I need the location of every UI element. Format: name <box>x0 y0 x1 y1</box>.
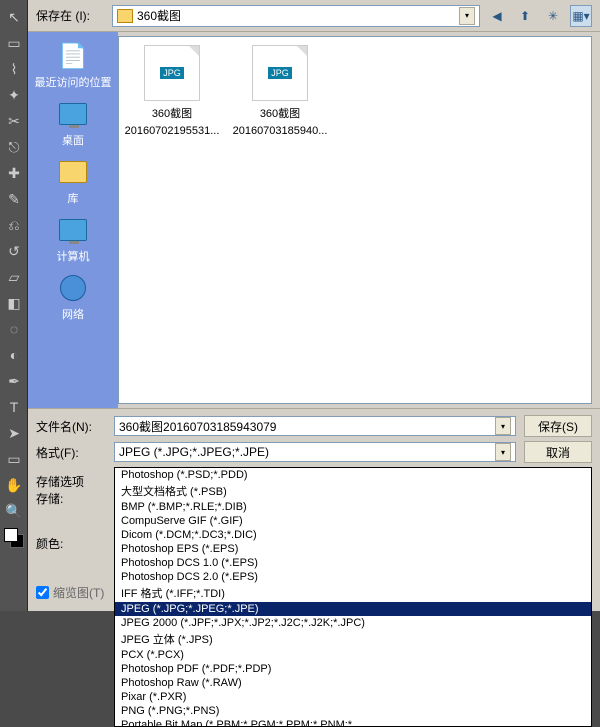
folder-icon <box>117 9 133 23</box>
chevron-down-icon[interactable]: ▾ <box>459 7 475 25</box>
tool-path[interactable]: ➤ <box>2 421 26 445</box>
tool-marquee[interactable]: ▭ <box>2 31 26 55</box>
tool-wand[interactable]: ✦ <box>2 83 26 107</box>
new-folder-icon[interactable]: ✳ <box>542 5 564 27</box>
save-in-combo[interactable]: 360截图 ▾ <box>112 5 480 27</box>
place-label: 库 <box>68 190 79 206</box>
format-option[interactable]: Photoshop PDF (*.PDF;*.PDP) <box>115 662 591 676</box>
folder-name: 360截图 <box>137 7 455 24</box>
save-in-label: 保存在 (I): <box>36 7 106 24</box>
photoshop-toolbar: ↖▭⌇✦✂⎋✚✎⎌↺▱◧◌◐✒T➤▭✋🔍 <box>0 0 28 611</box>
tool-eraser[interactable]: ▱ <box>2 265 26 289</box>
format-option[interactable]: Portable Bit Map (*.PBM;*.PGM;*.PPM;*.PN… <box>115 718 591 727</box>
place-monitor[interactable]: 桌面 <box>57 98 89 148</box>
format-option[interactable]: JPEG (*.JPG;*.JPEG;*.JPE) <box>115 602 591 616</box>
place-monitor[interactable]: 计算机 <box>57 214 90 264</box>
format-option[interactable]: Photoshop EPS (*.EPS) <box>115 542 591 556</box>
format-dropdown-list[interactable]: Photoshop (*.PSD;*.PDD)大型文档格式 (*.PSB)BMP… <box>114 467 592 727</box>
save-button[interactable]: 保存(S) <box>524 415 592 437</box>
place-folder[interactable]: 库 <box>57 156 89 206</box>
monitor-icon <box>57 214 89 246</box>
format-option[interactable]: Photoshop DCS 1.0 (*.EPS) <box>115 556 591 570</box>
format-option[interactable]: JPEG 立体 (*.JPS) <box>115 630 591 648</box>
file-list[interactable]: JPG360截图20160702195531...JPG360截图2016070… <box>118 36 592 404</box>
place-globe[interactable]: 网络 <box>57 272 89 322</box>
chevron-down-icon[interactable]: ▾ <box>495 443 511 461</box>
tool-history[interactable]: ↺ <box>2 239 26 263</box>
chevron-down-icon[interactable]: ▾ <box>495 417 511 435</box>
options-heading: 存储选项 <box>36 473 106 490</box>
store-label: 存储: <box>36 490 106 507</box>
dialog-top-bar: 保存在 (I): 360截图 ▾ ◀ ⬆ ✳ ▦▾ <box>28 0 600 32</box>
format-option[interactable]: PCX (*.PCX) <box>115 648 591 662</box>
tool-type[interactable]: T <box>2 395 26 419</box>
tool-zoom[interactable]: 🔍 <box>2 499 26 523</box>
tool-dodge[interactable]: ◐ <box>2 343 26 367</box>
tool-brush[interactable]: ✎ <box>2 187 26 211</box>
format-option[interactable]: CompuServe GIF (*.GIF) <box>115 514 591 528</box>
tool-blur[interactable]: ◌ <box>2 317 26 341</box>
recent-icon: 📄 <box>57 40 89 72</box>
file-item[interactable]: JPG360截图20160703185940... <box>235 45 325 137</box>
format-combo[interactable]: JPEG (*.JPG;*.JPEG;*.JPE) ▾ <box>114 442 516 462</box>
format-option[interactable]: BMP (*.BMP;*.RLE;*.DIB) <box>115 500 591 514</box>
place-label: 桌面 <box>62 132 84 148</box>
file-thumb: JPG <box>144 45 200 101</box>
tool-lasso[interactable]: ⌇ <box>2 57 26 81</box>
format-option[interactable]: Photoshop DCS 2.0 (*.EPS) <box>115 570 591 584</box>
dialog-bottom: 文件名(N): 360截图20160703185943079 ▾ 保存(S) 格… <box>28 408 600 611</box>
tool-eyedrop[interactable]: ⎋ <box>2 135 26 159</box>
place-label: 网络 <box>62 306 84 322</box>
format-option[interactable]: 大型文档格式 (*.PSB) <box>115 482 591 500</box>
format-option[interactable]: Dicom (*.DCM;*.DC3;*.DIC) <box>115 528 591 542</box>
tool-stamp[interactable]: ⎌ <box>2 213 26 237</box>
format-option[interactable]: Photoshop (*.PSD;*.PDD) <box>115 468 591 482</box>
jpg-badge: JPG <box>160 67 184 79</box>
format-option[interactable]: Photoshop Raw (*.RAW) <box>115 676 591 690</box>
color-label: 颜色: <box>36 535 106 552</box>
place-label: 最近访问的位置 <box>35 74 112 90</box>
format-option[interactable]: JPEG 2000 (*.JPF;*.JPX;*.JP2;*.J2C;*.J2K… <box>115 616 591 630</box>
monitor-icon <box>57 98 89 130</box>
thumbnail-checkbox[interactable]: 缩览图(T) <box>36 584 106 601</box>
format-label: 格式(F): <box>36 444 106 461</box>
view-menu-icon[interactable]: ▦▾ <box>570 5 592 27</box>
file-thumb: JPG <box>252 45 308 101</box>
places-bar: 📄 最近访问的位置桌面库计算机网络 <box>28 32 118 408</box>
filename-input[interactable]: 360截图20160703185943079 ▾ <box>114 416 516 436</box>
tool-gradient[interactable]: ◧ <box>2 291 26 315</box>
tool-move[interactable]: ↖ <box>2 5 26 29</box>
color-swatch[interactable] <box>4 528 24 548</box>
jpg-badge: JPG <box>268 67 292 79</box>
folder-icon <box>57 156 89 188</box>
place-label: 计算机 <box>57 248 90 264</box>
up-icon[interactable]: ⬆ <box>514 5 536 27</box>
back-icon[interactable]: ◀ <box>486 5 508 27</box>
cancel-button[interactable]: 取消 <box>524 441 592 463</box>
format-option[interactable]: Pixar (*.PXR) <box>115 690 591 704</box>
place-recent[interactable]: 📄 最近访问的位置 <box>35 40 112 90</box>
format-option[interactable]: PNG (*.PNG;*.PNS) <box>115 704 591 718</box>
tool-rect[interactable]: ▭ <box>2 447 26 471</box>
globe-icon <box>57 272 89 304</box>
tool-pen[interactable]: ✒ <box>2 369 26 393</box>
file-item[interactable]: JPG360截图20160702195531... <box>127 45 217 137</box>
tool-hand[interactable]: ✋ <box>2 473 26 497</box>
filename-label: 文件名(N): <box>36 418 106 435</box>
tool-crop[interactable]: ✂ <box>2 109 26 133</box>
save-as-dialog: 保存在 (I): 360截图 ▾ ◀ ⬆ ✳ ▦▾ 📄 最近访问的位置桌面库计算机… <box>28 0 600 611</box>
tool-heal[interactable]: ✚ <box>2 161 26 185</box>
format-option[interactable]: IFF 格式 (*.IFF;*.TDI) <box>115 584 591 602</box>
